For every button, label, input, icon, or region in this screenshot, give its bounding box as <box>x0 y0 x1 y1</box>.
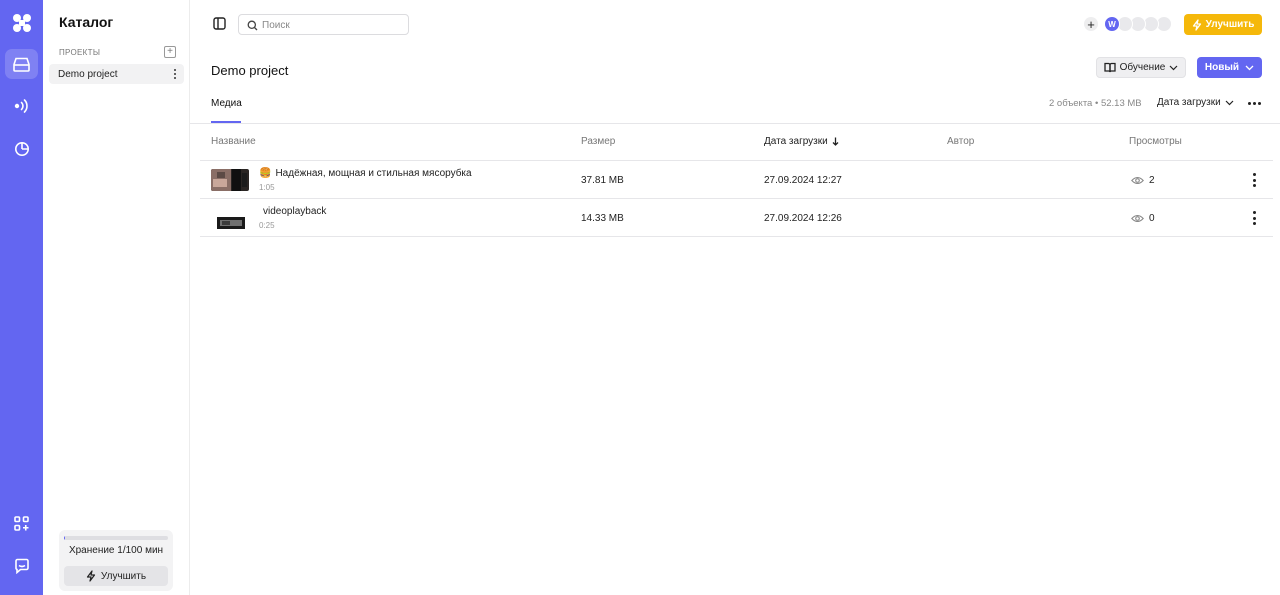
column-header-date-label: Дата загрузки <box>764 136 828 147</box>
media-title[interactable]: 🍔 Надёжная, мощная и стильная мясорубка <box>259 168 472 179</box>
apps-add-icon[interactable] <box>5 508 38 538</box>
media-size: 14.33 MB <box>581 213 624 224</box>
column-header-name[interactable]: Название <box>211 136 256 147</box>
learn-label: Обучение <box>1119 62 1166 73</box>
grid-logo-icon[interactable] <box>5 8 38 38</box>
book-icon <box>1103 62 1116 73</box>
video-thumbnail[interactable] <box>211 207 249 229</box>
column-header-date[interactable]: Дата загрузки <box>764 136 839 147</box>
broadcast-icon[interactable] <box>5 91 38 121</box>
column-header-size[interactable]: Размер <box>581 136 615 147</box>
sidebar-item-demo-project[interactable]: Demo project <box>49 64 184 84</box>
column-header-views[interactable]: Просмотры <box>1129 136 1182 147</box>
page-title: Demo project <box>211 63 289 78</box>
media-title-emoji: 🍔 <box>259 168 272 179</box>
chevron-down-icon <box>1245 65 1254 70</box>
storage-upgrade-button[interactable]: Улучшить <box>64 566 168 586</box>
tab-media[interactable]: Медиа <box>211 98 242 109</box>
sort-select-label: Дата загрузки <box>1157 97 1221 108</box>
storage-label: Хранение 1/100 мин <box>68 545 164 556</box>
chat-support-icon[interactable] <box>5 551 38 581</box>
media-title[interactable]: videoplayback <box>259 206 326 217</box>
media-size: 37.81 MB <box>581 175 624 186</box>
media-title-text: Надёжная, мощная и стильная мясорубка <box>275 168 472 179</box>
divider <box>190 123 1280 124</box>
media-upload-date: 27.09.2024 12:27 <box>764 175 842 186</box>
app-rail <box>0 0 43 595</box>
more-options-icon[interactable] <box>1246 101 1262 105</box>
learn-button[interactable]: Обучение <box>1096 57 1186 78</box>
row-options-icon[interactable] <box>1250 173 1258 187</box>
catalog-sidebar: Каталог ПРОЕКТЫ + Demo project Хранение … <box>43 0 190 595</box>
new-button[interactable]: Новый <box>1197 57 1262 78</box>
storage-progress-bar <box>64 536 168 540</box>
items-summary: 2 объекта • 52.13 MB <box>1049 98 1142 109</box>
avatar[interactable]: W <box>1104 16 1120 32</box>
search-box[interactable] <box>238 14 409 35</box>
project-options-icon[interactable] <box>170 67 180 81</box>
table-row[interactable]: 🍔 Надёжная, мощная и стильная мясорубка … <box>200 161 1273 199</box>
storage-upgrade-label: Улучшить <box>100 570 147 582</box>
upgrade-button[interactable]: Улучшить <box>1184 14 1262 35</box>
eye-icon <box>1131 176 1144 185</box>
add-project-icon[interactable]: + <box>164 46 176 58</box>
analytics-icon[interactable] <box>5 134 38 164</box>
sidebar-item-label: Demo project <box>58 69 118 80</box>
media-title-text: videoplayback <box>263 206 327 217</box>
column-header-author[interactable]: Автор <box>947 136 974 147</box>
search-input[interactable] <box>262 18 402 32</box>
divider <box>200 236 1273 237</box>
lightning-icon <box>86 570 96 582</box>
sidebar-toggle-icon[interactable] <box>213 17 226 33</box>
upgrade-label: Улучшить <box>1205 19 1255 30</box>
catalog-icon[interactable] <box>5 49 38 79</box>
media-duration: 0:25 <box>259 221 275 230</box>
chevron-down-icon <box>1225 100 1234 105</box>
row-options-icon[interactable] <box>1250 211 1258 225</box>
video-thumbnail[interactable] <box>211 169 249 191</box>
search-icon <box>247 20 258 31</box>
chevron-down-icon <box>1169 65 1178 70</box>
media-upload-date: 27.09.2024 12:26 <box>764 213 842 224</box>
storage-widget: Хранение 1/100 мин Улучшить <box>59 530 173 591</box>
storage-progress-fill <box>64 536 66 540</box>
eye-icon <box>1131 214 1144 223</box>
media-views: 2 <box>1131 175 1155 186</box>
media-views: 0 <box>1131 213 1155 224</box>
sidebar-title: Каталог <box>59 14 114 30</box>
media-duration: 1:05 <box>259 183 275 192</box>
lightning-icon <box>1192 18 1201 31</box>
table-row[interactable]: videoplayback 0:25 14.33 MB 27.09.2024 1… <box>200 199 1273 237</box>
arrow-down-icon <box>832 137 839 146</box>
sort-select[interactable]: Дата загрузки <box>1157 97 1234 108</box>
media-views-count: 0 <box>1149 213 1155 224</box>
invite-plus-button[interactable]: + <box>1084 17 1098 31</box>
projects-section-label: ПРОЕКТЫ <box>59 48 101 57</box>
new-label: Новый <box>1204 62 1240 73</box>
media-views-count: 2 <box>1149 175 1155 186</box>
